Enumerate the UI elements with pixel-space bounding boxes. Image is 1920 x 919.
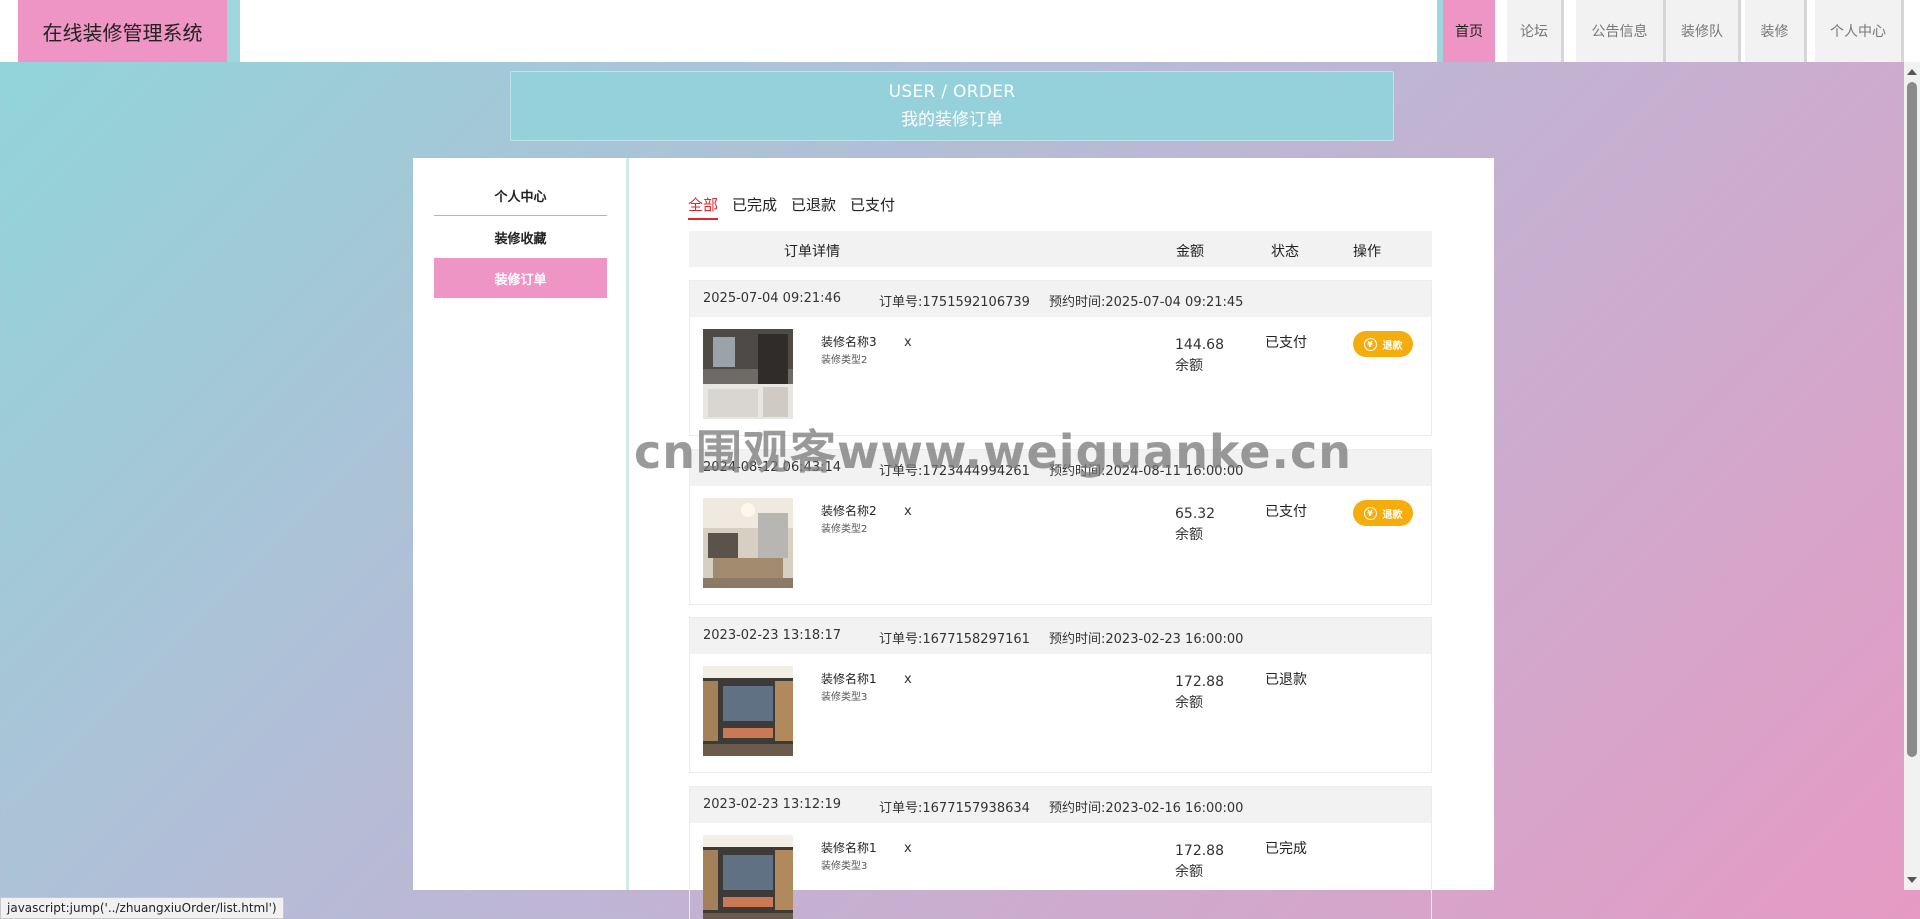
- yen-coin-icon: ¥: [1363, 337, 1377, 351]
- decoration-name[interactable]: 装修名称1: [821, 839, 877, 856]
- order-table-header: 订单详情 金额 状态 操作: [689, 231, 1432, 267]
- order-time: 2023-02-23 13:18:17: [703, 628, 842, 643]
- payment-method: 余额: [1175, 358, 1203, 374]
- refund-button[interactable]: ¥ 退款: [1353, 331, 1413, 357]
- nav-item-home[interactable]: 首页: [1443, 0, 1495, 62]
- nav-item-notice[interactable]: 公告信息: [1576, 0, 1666, 62]
- order-amount: 172.88 余额: [1175, 841, 1224, 883]
- order-price: 172.88: [1175, 674, 1224, 690]
- tab-all[interactable]: 全部: [688, 194, 719, 220]
- logo-spacer: [227, 0, 240, 62]
- order-card: 2023-02-23 13:12:19 订单号:1677157938634 预约…: [689, 786, 1432, 919]
- order-status: 已支付: [1265, 504, 1307, 520]
- main-panel: 个人中心 装修收藏 装修订单 全部 已完成 已退款 已支付 订单详情 金额 状态…: [413, 158, 1494, 919]
- tab-completed[interactable]: 已完成: [732, 194, 777, 220]
- order-status: 已完成: [1265, 841, 1307, 857]
- browser-status-bar: javascript:jump('../zhuangxiuOrder/list.…: [0, 897, 284, 919]
- order-price: 65.32: [1175, 506, 1216, 522]
- order-status: 已支付: [1265, 335, 1307, 351]
- decoration-name[interactable]: 装修名称3: [821, 333, 877, 350]
- order-number: 订单号:1677157938634: [879, 801, 1030, 816]
- payment-method: 余额: [1175, 527, 1203, 543]
- scroll-down-arrow-icon[interactable]: [1907, 877, 1917, 883]
- order-amount: 65.32 余额: [1175, 504, 1215, 546]
- order-number: 订单号:1751592106739: [879, 295, 1030, 310]
- decoration-type: 装修类型3: [821, 692, 868, 703]
- decoration-type: 装修类型2: [821, 355, 868, 366]
- order-number: 订单号:1677158297161: [879, 632, 1030, 647]
- order-booking-time: 预约时间:2023-02-23 16:00:00: [1049, 632, 1244, 647]
- page-scrollbar[interactable]: [1904, 62, 1920, 890]
- nav-item-personal-center[interactable]: 个人中心: [1815, 0, 1904, 62]
- scroll-up-arrow-icon[interactable]: [1907, 69, 1917, 75]
- order-time: 2025-07-04 09:21:46: [703, 291, 842, 306]
- refund-label: 退款: [1382, 509, 1403, 521]
- order-filter-tabs: 全部 已完成 已退款 已支付: [688, 194, 909, 220]
- order-card: 2025-07-04 09:21:46 订单号:1751592106739 预约…: [689, 280, 1432, 436]
- nav-item-decoration[interactable]: 装修: [1745, 0, 1807, 62]
- nav-item-team[interactable]: 装修队: [1666, 0, 1741, 62]
- order-time: 2023-02-23 13:12:19: [703, 797, 842, 812]
- app-logo-title[interactable]: 在线装修管理系统: [18, 0, 227, 62]
- sidebar-item-favorites[interactable]: 装修收藏: [434, 217, 607, 257]
- header-amount: 金额: [1176, 244, 1204, 260]
- decoration-type: 装修类型3: [821, 861, 868, 872]
- order-price: 144.68: [1175, 337, 1224, 353]
- refund-button[interactable]: ¥ 退款: [1353, 500, 1413, 526]
- site-watermark: cn围观客www.weiguanke.cn: [634, 425, 1353, 479]
- sidebar-divider: [626, 158, 629, 890]
- header-status: 状态: [1271, 244, 1299, 260]
- header-detail: 订单详情: [784, 244, 840, 260]
- tab-paid[interactable]: 已支付: [850, 194, 895, 220]
- decoration-name[interactable]: 装修名称2: [821, 502, 877, 519]
- order-status: 已退款: [1265, 672, 1307, 688]
- decoration-thumbnail[interactable]: [703, 835, 793, 919]
- order-price: 172.88: [1175, 843, 1224, 859]
- decoration-name[interactable]: 装修名称1: [821, 670, 877, 687]
- sidebar-item-orders[interactable]: 装修订单: [434, 258, 607, 298]
- decoration-thumbnail[interactable]: [703, 666, 793, 756]
- payment-method: 余额: [1175, 695, 1203, 711]
- order-quantity: x: [904, 504, 912, 519]
- yen-coin-icon: ¥: [1363, 506, 1377, 520]
- order-booking-time: 预约时间:2023-02-16 16:00:00: [1049, 801, 1244, 816]
- page-title-banner: USER / ORDER 我的装修订单: [510, 71, 1394, 141]
- decoration-type: 装修类型2: [821, 524, 868, 535]
- header-action: 操作: [1353, 244, 1381, 260]
- refund-label: 退款: [1382, 340, 1403, 352]
- order-amount: 172.88 余额: [1175, 672, 1224, 714]
- payment-method: 余额: [1175, 864, 1203, 880]
- sidebar-item-personal-center[interactable]: 个人中心: [434, 176, 607, 216]
- order-header: 2025-07-04 09:21:46 订单号:1751592106739 预约…: [690, 281, 1431, 317]
- top-navigation-bar: 在线装修管理系统 首页 论坛 公告信息 装修队 装修 个人中心: [0, 0, 1920, 62]
- decoration-thumbnail[interactable]: [703, 498, 793, 588]
- scrollbar-thumb[interactable]: [1907, 82, 1917, 757]
- order-amount: 144.68 余额: [1175, 335, 1224, 377]
- banner-title: 我的装修订单: [901, 110, 1003, 130]
- order-quantity: x: [904, 672, 912, 687]
- banner-subtitle: USER / ORDER: [888, 82, 1016, 102]
- tab-refunded[interactable]: 已退款: [791, 194, 836, 220]
- order-quantity: x: [904, 841, 912, 856]
- order-header: 2023-02-23 13:12:19 订单号:1677157938634 预约…: [690, 787, 1431, 823]
- order-card: 2023-02-23 13:18:17 订单号:1677158297161 预约…: [689, 617, 1432, 773]
- decoration-thumbnail[interactable]: [703, 329, 793, 419]
- order-quantity: x: [904, 335, 912, 350]
- order-header: 2023-02-23 13:18:17 订单号:1677158297161 预约…: [690, 618, 1431, 654]
- nav-item-forum[interactable]: 论坛: [1507, 0, 1564, 62]
- order-booking-time: 预约时间:2025-07-04 09:21:45: [1049, 295, 1244, 310]
